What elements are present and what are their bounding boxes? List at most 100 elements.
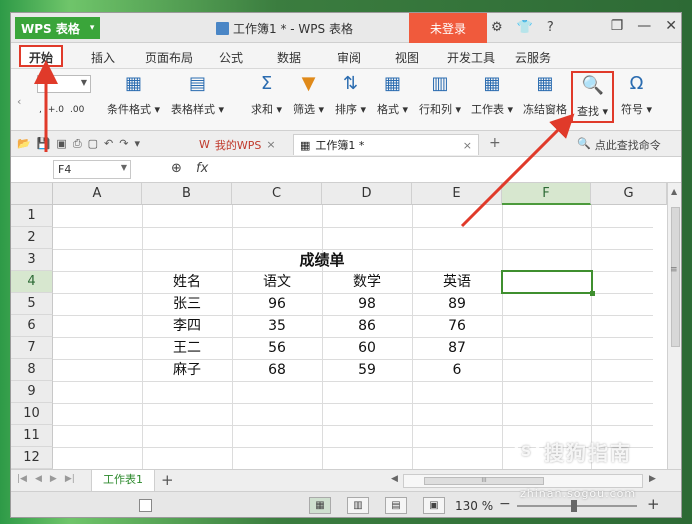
data-cell[interactable]: 56 xyxy=(232,337,322,359)
add-sheet-button[interactable]: + xyxy=(161,471,174,489)
freeze-panes-button[interactable]: ▦ 冻结窗格 xyxy=(523,73,567,117)
column-header-f[interactable]: F xyxy=(502,183,591,205)
conditional-format-button[interactable]: ▦ 条件格式 ▾ xyxy=(107,73,160,117)
row-header-9[interactable]: 9 xyxy=(11,381,53,403)
tab-view[interactable]: 视图 xyxy=(395,49,419,66)
command-search[interactable]: 🔍 点此查找命令 xyxy=(577,137,661,153)
redo-icon[interactable]: ↷ xyxy=(119,137,128,151)
data-cell[interactable]: 60 xyxy=(322,337,412,359)
zoom-slider[interactable] xyxy=(517,505,637,507)
chevron-down-icon[interactable]: ▼ xyxy=(121,163,127,172)
select-all-corner[interactable] xyxy=(11,183,53,205)
layout-view-button[interactable]: ▤ xyxy=(385,497,407,514)
zoom-slider-knob[interactable] xyxy=(571,500,577,512)
data-cell[interactable]: 96 xyxy=(232,293,322,315)
active-cell-f4[interactable] xyxy=(501,270,595,296)
name-box[interactable]: F4 ▼ xyxy=(53,160,131,179)
decrease-decimal-icon[interactable]: .00 xyxy=(70,105,84,115)
spreadsheet-grid[interactable]: A B C D E F G 1 2 3 4 5 6 7 8 9 10 11 12 xyxy=(11,183,681,469)
data-cell[interactable]: 86 xyxy=(322,315,412,337)
restore-button[interactable]: ❐ xyxy=(611,18,624,34)
row-header-3[interactable]: 3 xyxy=(11,249,53,271)
chevron-left-icon[interactable]: ‹ xyxy=(17,95,21,108)
pdf-icon[interactable]: ▣ xyxy=(56,137,66,151)
sum-button[interactable]: Σ 求和 ▾ xyxy=(251,73,282,117)
row-header-8[interactable]: 8 xyxy=(11,359,53,381)
tab-workbook[interactable]: ▦ 工作簿1 * × xyxy=(293,134,479,155)
row-header-2[interactable]: 2 xyxy=(11,227,53,249)
close-icon[interactable]: × xyxy=(463,139,472,152)
more-icon[interactable]: ▾ xyxy=(134,137,140,151)
scroll-left-icon[interactable]: ◀ xyxy=(391,474,398,484)
data-cell[interactable]: 59 xyxy=(322,359,412,381)
login-button[interactable]: 未登录 xyxy=(409,13,487,43)
document-status-icon[interactable] xyxy=(139,499,152,512)
first-sheet-icon[interactable]: |◀ xyxy=(17,474,27,484)
worksheet-button[interactable]: ▦ 工作表 ▾ xyxy=(471,73,513,117)
minimize-button[interactable]: — xyxy=(637,18,651,34)
scroll-right-icon[interactable]: ▶ xyxy=(649,474,656,484)
column-header-c[interactable]: C xyxy=(232,183,322,205)
data-cell[interactable]: 6 xyxy=(412,359,502,381)
number-format-select[interactable]: ▼ xyxy=(37,75,91,93)
data-cell[interactable]: 68 xyxy=(232,359,322,381)
shirt-icon[interactable]: 👕 xyxy=(517,20,533,35)
page-break-view-button[interactable]: ▥ xyxy=(347,497,369,514)
reading-view-button[interactable]: ▣ xyxy=(423,497,445,514)
table-title-cell[interactable]: 成绩单 xyxy=(232,249,412,271)
save-icon[interactable]: 💾 xyxy=(37,137,51,151)
tab-page-layout[interactable]: 页面布局 xyxy=(145,49,193,66)
next-sheet-icon[interactable]: ▶ xyxy=(50,474,57,484)
row-header-4[interactable]: 4 xyxy=(11,271,53,293)
vertical-scrollbar[interactable]: ▲ ≡ xyxy=(667,183,681,469)
comma-style-icon[interactable]: , xyxy=(39,105,42,115)
filter-button[interactable]: ▼ 筛选 ▾ xyxy=(293,73,324,117)
header-cell-math[interactable]: 数学 xyxy=(322,271,412,293)
rows-columns-button[interactable]: ▥ 行和列 ▾ xyxy=(419,73,461,117)
app-menu-button[interactable]: WPS 表格 ▾ xyxy=(15,17,101,39)
data-cell[interactable]: 麻子 xyxy=(142,359,232,381)
column-header-b[interactable]: B xyxy=(142,183,232,205)
zoom-level[interactable]: 130 % xyxy=(455,499,493,513)
data-cell[interactable]: 98 xyxy=(322,293,412,315)
column-header-d[interactable]: D xyxy=(322,183,412,205)
header-cell-name[interactable]: 姓名 xyxy=(142,271,232,293)
scroll-up-icon[interactable]: ▲ xyxy=(671,187,677,196)
header-cell-english[interactable]: 英语 xyxy=(412,271,502,293)
row-header-1[interactable]: 1 xyxy=(11,205,53,227)
skin-icon[interactable]: ⚙ xyxy=(491,20,503,35)
scroll-thumb[interactable] xyxy=(671,207,680,347)
row-header-6[interactable]: 6 xyxy=(11,315,53,337)
table-style-button[interactable]: ▤ 表格样式 ▾ xyxy=(171,73,224,117)
data-cell[interactable]: 35 xyxy=(232,315,322,337)
tab-data[interactable]: 数据 xyxy=(277,49,301,66)
tab-developer[interactable]: 开发工具 xyxy=(447,49,495,66)
increase-decimal-icon[interactable]: +.0 xyxy=(48,105,64,115)
row-header-12[interactable]: 12 xyxy=(11,447,53,469)
column-header-g[interactable]: G xyxy=(591,183,667,205)
symbol-button[interactable]: Ω 符号 ▾ xyxy=(621,73,652,117)
fx-icon[interactable]: fx xyxy=(196,161,208,176)
open-icon[interactable]: 📂 xyxy=(17,137,31,151)
row-header-10[interactable]: 10 xyxy=(11,403,53,425)
undo-icon[interactable]: ↶ xyxy=(104,137,113,151)
help-icon[interactable]: ? xyxy=(547,20,554,35)
horizontal-scrollbar[interactable]: III xyxy=(403,474,643,488)
data-cell[interactable]: 89 xyxy=(412,293,502,315)
sort-button[interactable]: ⇅ 排序 ▾ xyxy=(335,73,366,117)
tab-formulas[interactable]: 公式 xyxy=(219,49,243,66)
last-sheet-icon[interactable]: ▶| xyxy=(65,474,75,484)
zoom-out-button[interactable]: − xyxy=(499,496,511,512)
data-cell[interactable]: 76 xyxy=(412,315,502,337)
zoom-formula-icon[interactable]: ⊕ xyxy=(171,161,182,176)
data-cell[interactable]: 张三 xyxy=(142,293,232,315)
tab-home[interactable]: 开始 xyxy=(19,45,64,67)
find-button[interactable]: 🔍 查找 ▾ xyxy=(571,71,615,123)
sheet-tab-1[interactable]: 工作表1 xyxy=(91,470,155,492)
tab-my-wps[interactable]: W 我的WPS × xyxy=(193,134,282,155)
data-cell[interactable]: 李四 xyxy=(142,315,232,337)
close-icon[interactable]: × xyxy=(266,138,275,151)
tab-review[interactable]: 审阅 xyxy=(337,49,361,66)
column-header-a[interactable]: A xyxy=(53,183,142,205)
tab-insert[interactable]: 插入 xyxy=(91,49,115,66)
